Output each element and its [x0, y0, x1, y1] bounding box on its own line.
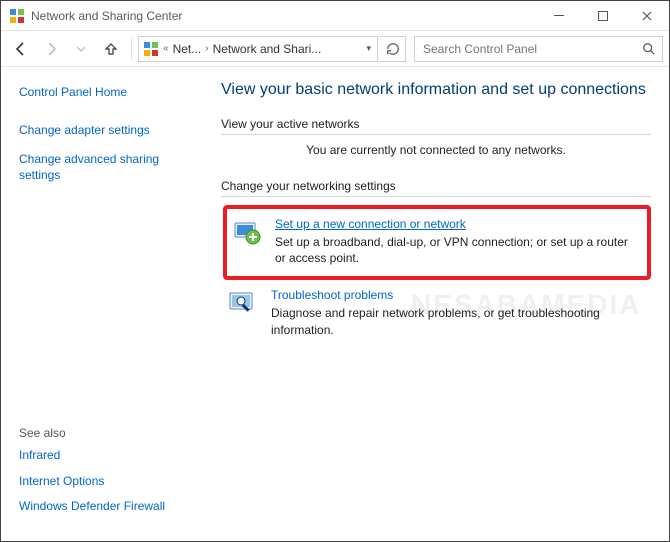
search-box[interactable]: [414, 36, 663, 62]
network-wizard-icon: [231, 217, 263, 249]
forward-button[interactable]: [37, 35, 65, 63]
breadcrumb-segment[interactable]: Network and Shari...: [213, 42, 322, 56]
chevron-left-icon: «: [163, 43, 169, 54]
troubleshoot-icon: [227, 288, 259, 320]
option-label[interactable]: Troubleshoot problems: [271, 288, 393, 302]
app-icon: [9, 8, 25, 24]
search-input[interactable]: [421, 41, 642, 57]
option-setup-connection[interactable]: Set up a new connection or network Set u…: [223, 205, 651, 280]
sidebar-link-advanced-sharing[interactable]: Change advanced sharing settings: [19, 152, 159, 182]
maximize-button[interactable]: [581, 1, 625, 31]
breadcrumb-segment[interactable]: Net...: [173, 42, 202, 56]
up-button[interactable]: [97, 35, 125, 63]
seealso-infrared[interactable]: Infrared: [19, 448, 60, 462]
refresh-button[interactable]: [380, 36, 406, 62]
page-title: View your basic network information and …: [221, 81, 651, 99]
main-content: View your basic network information and …: [211, 67, 669, 541]
navigation-bar: « Net... › Network and Shari... ▾: [1, 31, 669, 67]
sidebar-home-link[interactable]: Control Panel Home: [19, 85, 127, 99]
active-networks-header: View your active networks: [221, 117, 651, 135]
seealso-internet-options[interactable]: Internet Options: [19, 474, 104, 488]
address-icon: [143, 41, 159, 57]
no-networks-message: You are currently not connected to any n…: [221, 143, 651, 157]
back-button[interactable]: [7, 35, 35, 63]
option-description: Set up a broadband, dial-up, or VPN conn…: [275, 234, 641, 266]
close-button[interactable]: [625, 1, 669, 31]
option-troubleshoot[interactable]: Troubleshoot problems Diagnose and repai…: [223, 280, 651, 347]
search-icon[interactable]: [642, 42, 656, 56]
see-also-header: See also: [19, 426, 199, 440]
window-title: Network and Sharing Center: [31, 9, 537, 23]
change-settings-header: Change your networking settings: [221, 179, 651, 197]
sidebar-link-adapter[interactable]: Change adapter settings: [19, 123, 150, 137]
minimize-button[interactable]: [537, 1, 581, 31]
seealso-defender-firewall[interactable]: Windows Defender Firewall: [19, 499, 165, 513]
separator: [131, 39, 132, 59]
sidebar: Control Panel Home Change adapter settin…: [1, 67, 211, 541]
address-bar[interactable]: « Net... › Network and Shari... ▾: [138, 36, 378, 62]
option-label[interactable]: Set up a new connection or network: [275, 217, 466, 231]
recent-dropdown[interactable]: [67, 35, 95, 63]
chevron-right-icon: ›: [205, 43, 208, 54]
option-description: Diagnose and repair network problems, or…: [271, 305, 645, 337]
title-bar: Network and Sharing Center: [1, 1, 669, 31]
address-dropdown-icon[interactable]: ▾: [364, 43, 373, 54]
